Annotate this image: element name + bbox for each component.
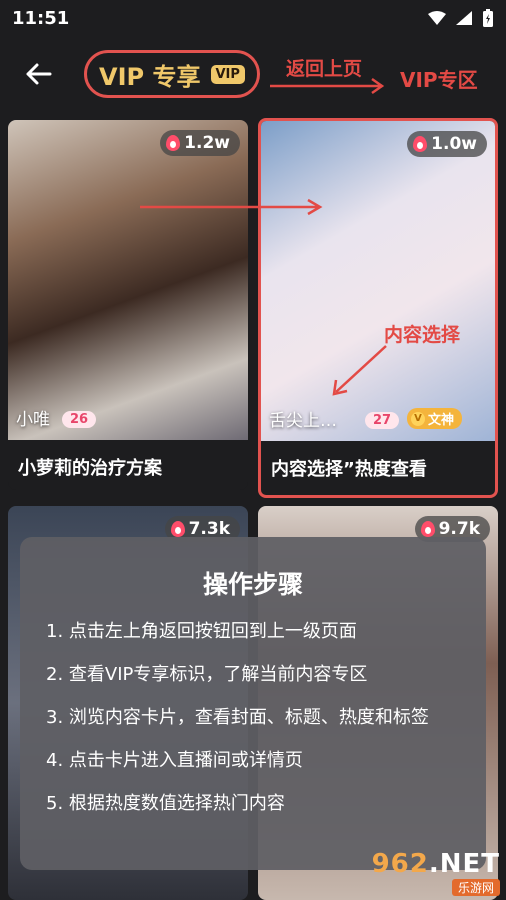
vip-title-label: VIP 专享 xyxy=(99,62,201,91)
status-time: 11:51 xyxy=(12,7,70,29)
guide-title: 操作步骤 xyxy=(202,570,303,599)
annotation-vip-zone: VIP专区 xyxy=(400,68,478,92)
content-card[interactable]: 1.2w 小唯 26 小萝莉的治疗方案 xyxy=(8,120,248,490)
fire-icon xyxy=(170,521,185,537)
fire-icon xyxy=(166,135,181,151)
fire-icon xyxy=(413,136,428,152)
hot-count: 9.7k xyxy=(438,519,480,539)
streamer-name: 小唯 xyxy=(16,410,50,430)
level-badge: 27 xyxy=(365,412,400,429)
status-bar: 11:51 xyxy=(0,0,506,36)
wifi-icon xyxy=(428,11,446,25)
card-title: 内容选择”热度查看 xyxy=(271,459,427,480)
watermark-sub: 乐游网 xyxy=(451,878,500,896)
guide-step: 5. 根据热度数值选择热门内容 xyxy=(46,793,285,814)
battery-icon xyxy=(483,9,493,27)
goddess-badge: V 文神 xyxy=(407,408,463,429)
hot-count-chip: 1.0w xyxy=(407,131,487,157)
hot-count-chip: 1.2w xyxy=(160,130,240,156)
streamer-name: 舌尖上… xyxy=(269,411,337,431)
annotation-arrow-icon xyxy=(270,77,385,95)
status-icons xyxy=(428,9,494,27)
level-badge: 26 xyxy=(62,411,97,428)
hot-count: 1.2w xyxy=(184,133,230,153)
card-title: 小萝莉的治疗方案 xyxy=(18,458,162,479)
guide-overlay: 操作步骤 1. 点击左上角返回按钮回到上一级页面 2. 查看VIP专享标识，了解… xyxy=(20,537,486,870)
content-card-highlighted[interactable]: 1.0w 舌尖上… 27 V 文神 内容选择”热度查看 xyxy=(258,118,498,498)
annotation-content-select: 内容选择 xyxy=(384,324,461,346)
guide-step: 1. 点击左上角返回按钮回到上一级页面 xyxy=(46,621,357,642)
header: VIP 专享 VIP 返回上页 VIP专区 xyxy=(0,40,506,110)
vip-exclusive-title: VIP 专享 VIP xyxy=(84,50,260,98)
watermark-main: 962.NET xyxy=(371,848,500,879)
guide-step: 3. 浏览内容卡片，查看封面、标题、热度和标签 xyxy=(46,707,429,728)
signal-icon xyxy=(456,11,472,25)
hot-count: 7.3k xyxy=(188,519,230,539)
back-button[interactable] xyxy=(20,58,56,90)
card-cover-image: 1.2w 小唯 26 xyxy=(8,120,248,440)
card-cover-image: 1.0w 舌尖上… 27 V 文神 xyxy=(261,121,495,441)
fire-icon xyxy=(420,521,435,537)
back-arrow-icon xyxy=(26,63,52,85)
guide-step: 4. 点击卡片进入直播间或详情页 xyxy=(46,750,303,771)
goddess-label: 文神 xyxy=(428,413,455,428)
v-icon: V xyxy=(411,411,425,426)
guide-step: 2. 查看VIP专享标识，了解当前内容专区 xyxy=(46,664,368,685)
watermark-logo: 962.NET 乐游网 xyxy=(366,848,500,896)
vip-badge: VIP xyxy=(210,64,245,84)
hot-count: 1.0w xyxy=(431,134,477,154)
